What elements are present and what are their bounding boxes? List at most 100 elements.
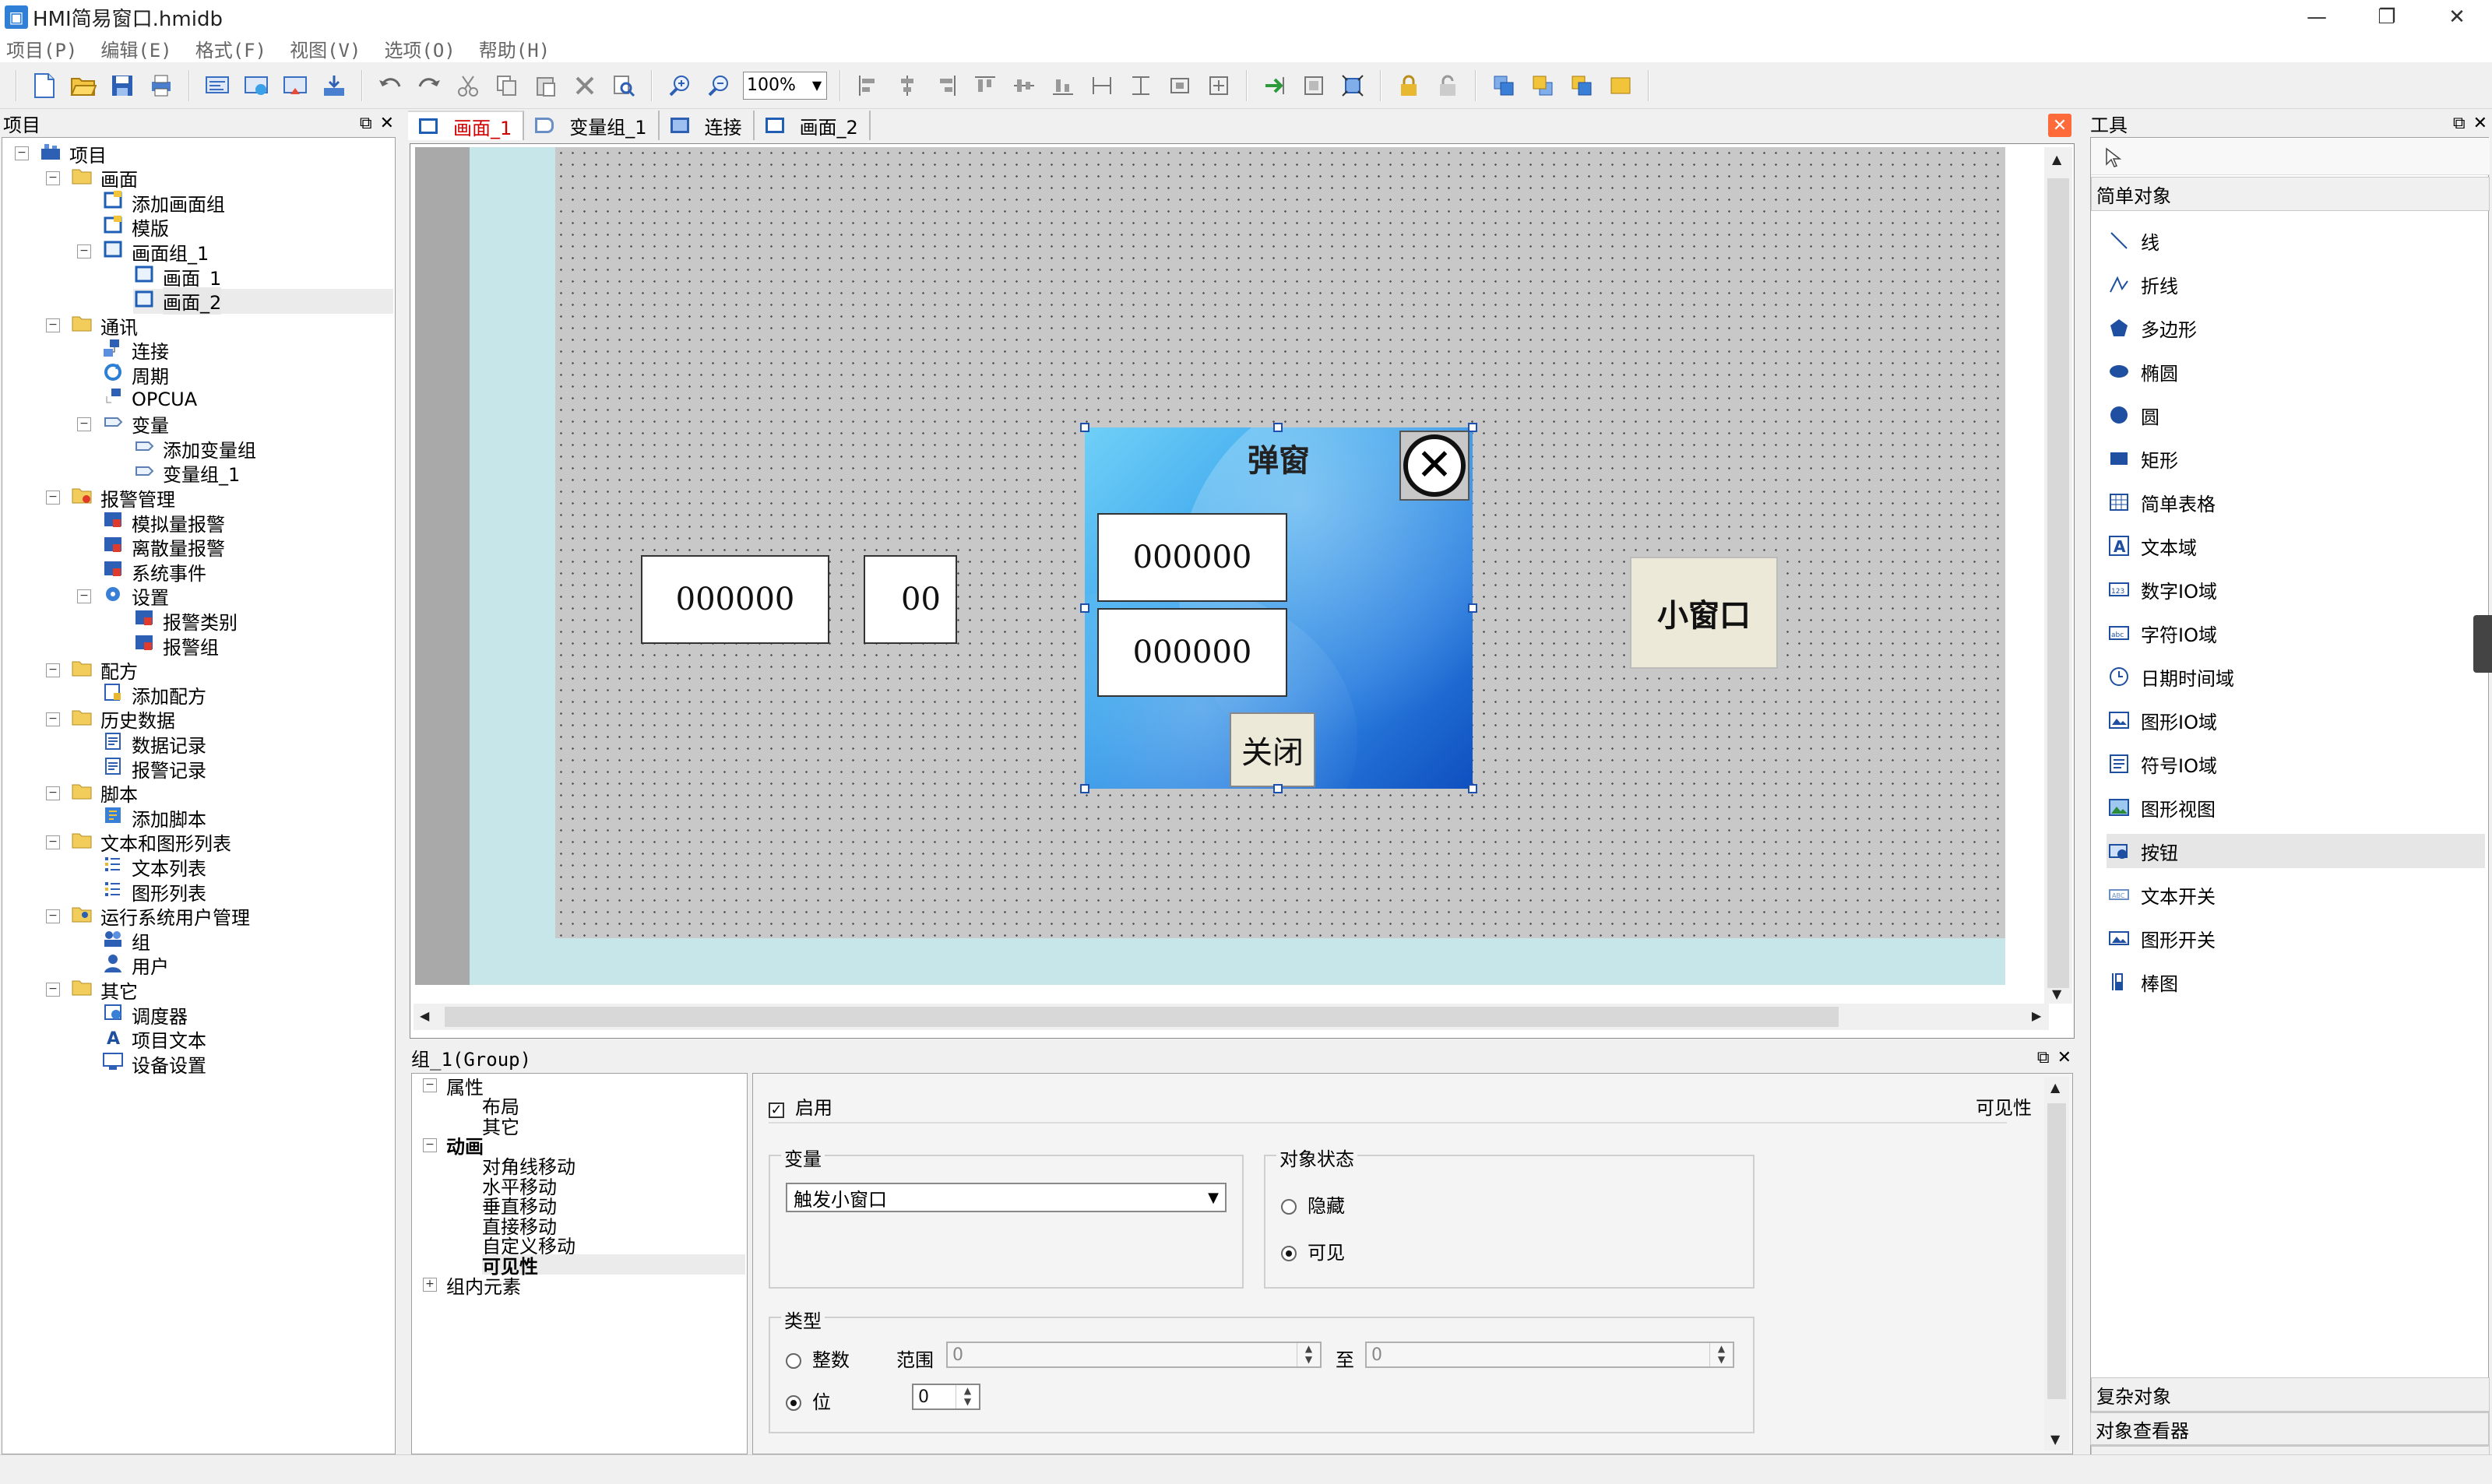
tree-item[interactable]: 通讯: [71, 313, 138, 339]
tree-item[interactable]: 报警类别: [133, 608, 238, 634]
tree-expander[interactable]: −: [46, 909, 60, 923]
tool-item[interactable]: 简单表格: [2107, 485, 2485, 519]
tree-expander[interactable]: −: [423, 1078, 437, 1092]
tree-expander[interactable]: −: [423, 1138, 437, 1152]
scroll-left-icon[interactable]: ◀: [420, 1008, 429, 1023]
range-to-input[interactable]: 0 ▲ ▼: [1365, 1342, 1734, 1368]
tree-item[interactable]: 画面_2: [133, 287, 393, 315]
tree-item[interactable]: 添加配方: [102, 682, 206, 708]
menu-view[interactable]: 视图(V): [290, 35, 361, 62]
delete-icon[interactable]: [569, 70, 600, 101]
save-icon[interactable]: [107, 70, 138, 101]
print-icon[interactable]: [146, 70, 177, 101]
property-tree-item[interactable]: 可见性: [482, 1254, 745, 1278]
tree-expander[interactable]: −: [46, 663, 60, 677]
range-from-input[interactable]: 0 ▲ ▼: [946, 1342, 1322, 1368]
redo-icon[interactable]: [414, 70, 445, 101]
close-panel-icon[interactable]: ✕: [2057, 1048, 2071, 1067]
tree-item[interactable]: 连接: [102, 338, 169, 363]
tree-item[interactable]: 调度器: [102, 1002, 188, 1028]
download-icon[interactable]: [241, 70, 272, 101]
menu-options[interactable]: 选项(O): [384, 35, 455, 62]
scroll-down-icon[interactable]: ▼: [2052, 986, 2061, 1001]
resize-handle[interactable]: [1468, 784, 1477, 793]
enable-checkbox[interactable]: ✓: [769, 1102, 784, 1118]
type-bit-option[interactable]: 位: [786, 1387, 831, 1414]
tree-item[interactable]: 周期: [102, 362, 169, 388]
tool-item[interactable]: 符号IO域: [2107, 747, 2485, 781]
tree-expander[interactable]: −: [77, 417, 91, 431]
tree-item[interactable]: 设置: [102, 584, 169, 609]
tree-item[interactable]: 设备设置: [102, 1051, 206, 1077]
align-left-icon[interactable]: [853, 70, 884, 101]
scroll-up-icon[interactable]: ▲: [2052, 152, 2061, 167]
copy-icon[interactable]: [491, 70, 523, 101]
tree-item[interactable]: 添加变量组: [133, 436, 256, 462]
tree-item[interactable]: 其它: [71, 977, 138, 1003]
menu-project[interactable]: 项目(P): [6, 35, 77, 62]
scroll-thumb[interactable]: [2047, 178, 2069, 988]
minimize-button[interactable]: —: [2282, 0, 2352, 34]
tree-expander[interactable]: −: [46, 835, 60, 849]
popup-io-field-bottom[interactable]: 000000: [1097, 608, 1287, 697]
undo-icon[interactable]: [375, 70, 406, 101]
tree-item[interactable]: 画面_1: [133, 264, 221, 290]
find-icon[interactable]: [608, 70, 639, 101]
tool-item[interactable]: 折线: [2107, 267, 2485, 301]
scroll-thumb[interactable]: [445, 1007, 1839, 1027]
tool-item[interactable]: 圆: [2107, 398, 2485, 432]
tree-expander[interactable]: −: [77, 589, 91, 603]
same-width-icon[interactable]: [1086, 70, 1118, 101]
scroll-thumb[interactable]: [2047, 1103, 2066, 1399]
float-panel-icon[interactable]: ⧉: [360, 114, 372, 133]
align-right-icon[interactable]: [931, 70, 962, 101]
tool-item[interactable]: 棒图: [2107, 965, 2485, 999]
tree-item[interactable]: 变量: [102, 412, 169, 437]
horizontal-scrollbar[interactable]: ◀ ▶: [414, 1004, 2049, 1030]
popup-window-group[interactable]: 弹窗 ✕ 000000 000000 关闭: [1085, 427, 1473, 789]
scroll-down-icon[interactable]: ▼: [2050, 1432, 2060, 1447]
new-file-icon[interactable]: [29, 70, 60, 101]
vertical-scrollbar[interactable]: ▲ ▼: [2044, 147, 2072, 1004]
tree-item[interactable]: 运行系统用户管理: [71, 904, 250, 929]
popup-close-button[interactable]: 关闭: [1230, 712, 1315, 787]
float-panel-icon[interactable]: ⧉: [2037, 1048, 2050, 1067]
tree-item[interactable]: 脚本: [71, 781, 138, 806]
state-hidden-radio[interactable]: [1281, 1199, 1297, 1215]
resize-handle[interactable]: [1468, 423, 1477, 432]
tool-item[interactable]: ABC 文本开关: [2107, 877, 2485, 912]
enable-checkbox-row[interactable]: ✓ 启用: [769, 1092, 832, 1120]
type-bit-radio[interactable]: [786, 1395, 801, 1411]
menu-edit[interactable]: 编辑(E): [100, 35, 171, 62]
align-top-icon[interactable]: [970, 70, 1001, 101]
bring-front-icon[interactable]: [1488, 70, 1519, 101]
resize-handle[interactable]: [1080, 784, 1089, 793]
tool-item[interactable]: 图形IO域: [2107, 703, 2485, 737]
tab-screen-1[interactable]: 画面_1: [408, 111, 525, 140]
align-center-icon[interactable]: [892, 70, 923, 101]
bit-input[interactable]: 0 ▲ ▼: [912, 1384, 980, 1410]
unlock-icon[interactable]: [1432, 70, 1463, 101]
property-tree-item[interactable]: 动画: [446, 1135, 484, 1158]
compile-icon[interactable]: [202, 70, 233, 101]
tree-item[interactable]: 项目: [40, 141, 107, 167]
zoom-select[interactable]: 100% ▼: [743, 71, 827, 100]
property-tree-item[interactable]: 组内元素: [446, 1275, 521, 1298]
tree-item[interactable]: 数据记录: [102, 731, 206, 757]
tree-expander[interactable]: −: [15, 146, 29, 160]
tab-connection[interactable]: 连接: [660, 111, 755, 140]
scroll-right-icon[interactable]: ▶: [2032, 1008, 2041, 1023]
tree-item[interactable]: 变量组_1: [133, 461, 240, 486]
tree-item[interactable]: 离散量报警: [102, 535, 225, 560]
tree-item[interactable]: 配方: [71, 658, 138, 683]
backward-icon[interactable]: [1605, 70, 1636, 101]
tree-item[interactable]: 报警组: [133, 633, 219, 659]
tree-item[interactable]: 模版: [102, 215, 169, 240]
tree-item[interactable]: 报警管理: [71, 485, 175, 511]
align-middle-icon[interactable]: [1008, 70, 1040, 101]
tree-expander[interactable]: −: [46, 318, 60, 333]
tree-item[interactable]: 用户: [102, 953, 169, 978]
tree-item[interactable]: 画面: [71, 166, 138, 191]
tree-item[interactable]: 组: [102, 928, 150, 954]
send-back-icon[interactable]: [1527, 70, 1558, 101]
